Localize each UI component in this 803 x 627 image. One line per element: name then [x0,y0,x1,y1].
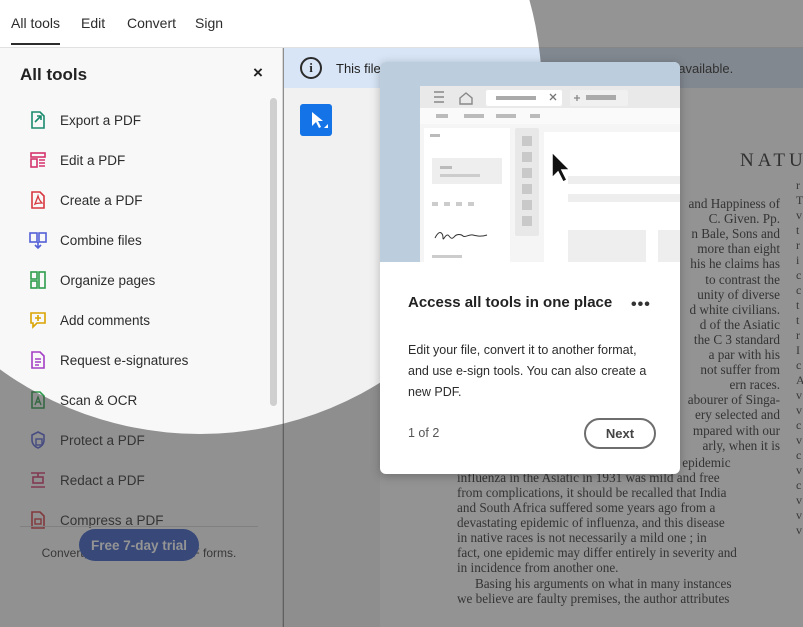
popup-illustration [380,62,680,262]
close-panel-button[interactable]: × [253,63,263,83]
document-text-line: n Bale, Sons and [691,226,780,242]
next-button[interactable]: Next [584,418,656,449]
tool-label: Protect a PDF [60,432,145,448]
select-tool-button[interactable] [300,104,332,136]
tool-export-pdf[interactable]: Export a PDF [28,106,260,134]
panel-scrollbar[interactable] [270,98,277,406]
tool-label: Organize pages [60,272,156,288]
document-text-line: not suffer from [700,362,780,378]
document-text-line: we believe are faulty premises, the auth… [457,590,730,606]
document-text-line: from complications, it should be recalle… [457,484,727,500]
document-text-line: the C 3 standard [693,331,780,347]
step-counter: 1 of 2 [408,426,440,440]
document-text-line: and South Africa suffered some years ago… [457,500,716,515]
document-text-line: and Happiness of [688,196,780,211]
document-title: NATU [740,150,803,171]
tool-combine-files[interactable]: Combine files [28,226,260,254]
cursor-arrow-icon [312,112,328,128]
document-text-line: mpared with our [692,422,780,438]
document-text-line: d of the Asiatic [699,316,780,332]
document-text-line: unity of diverse [697,286,780,302]
document-text-line: fact, one epidemic may differ entirely i… [457,545,737,561]
tool-add-comments[interactable]: Add comments [28,306,260,334]
document-text-line: in native races is not necessarily a mil… [457,530,707,546]
tool-label: Create a PDF [60,192,143,208]
info-icon: i [300,57,322,79]
popup-title: Access all tools in one place [408,294,613,311]
tool-label: Add comments [60,312,151,328]
document-text-line: d white civilians. [689,301,780,317]
tab-convert[interactable]: Convert [127,15,176,31]
redact-pdf-icon [31,472,45,488]
panel-title: All tools [20,65,88,84]
combine-files-icon [29,232,47,250]
app-preview-illustration [420,86,680,262]
tool-create-pdf[interactable]: Create a PDF [28,186,260,214]
request-esign-icon [31,351,45,369]
tool-label: Redact a PDF [60,472,145,488]
tool-scan-ocr[interactable]: Scan & OCR [28,386,260,414]
tool-label: Combine files [60,232,142,248]
document-text-line: a par with his [708,347,780,362]
tab-edit[interactable]: Edit [81,15,105,31]
next-column-fragment: r T v t r i c c t t r I c A v v c v c v … [796,178,803,537]
tool-protect-pdf[interactable]: Protect a PDF [28,426,260,454]
more-options-button[interactable]: ••• [631,296,651,314]
onboarding-popup: Access all tools in one place ••• Edit y… [380,62,680,474]
protect-pdf-icon [31,431,45,449]
document-text-line: ery selected and [695,407,780,423]
tool-organize-pages[interactable]: Organize pages [28,266,260,294]
document-text-line: C. Given. Pp. [708,211,780,227]
organize-pages-icon [30,271,46,289]
scan-ocr-icon [31,391,45,409]
document-text-line: abourer of Singa- [687,392,780,408]
document-text-line: Basing his arguments on what in many ins… [475,575,732,591]
popup-body: Edit your file, convert it to another fo… [408,343,647,399]
create-pdf-icon [31,191,45,209]
tool-redact-pdf[interactable]: Redact a PDF [28,466,260,494]
free-trial-button[interactable]: Free 7-day trial [79,529,199,561]
tool-label: Edit a PDF [60,152,126,168]
compress-pdf-icon [31,511,45,529]
tool-label: Export a PDF [60,112,142,128]
tab-sign[interactable]: Sign [195,15,223,31]
mouse-pointer-icon [551,150,572,184]
edit-pdf-icon [30,152,46,168]
add-comments-icon [30,312,46,329]
document-text-line: devastating epidemic of influenza, and t… [457,515,725,531]
document-text-line: his he claims has [690,256,780,272]
tool-label: Scan & OCR [60,392,138,408]
document-text-line: in incidence from another one. [457,560,619,576]
top-menu-bar: All tools Edit Convert Sign [0,0,803,48]
tool-request-esignatures[interactable]: Request e-signatures [28,346,260,374]
export-pdf-icon [31,111,45,129]
document-text-line: to contrast the [705,271,780,287]
document-text-line: ern races. [729,377,780,393]
document-text-line: more than eight [697,241,780,257]
document-text-line: arly, when it is [702,437,780,453]
tool-edit-pdf[interactable]: Edit a PDF [28,146,260,174]
tab-all-tools[interactable]: All tools [11,15,61,45]
tool-label: Request e-signatures [60,352,189,368]
divider [20,526,258,527]
